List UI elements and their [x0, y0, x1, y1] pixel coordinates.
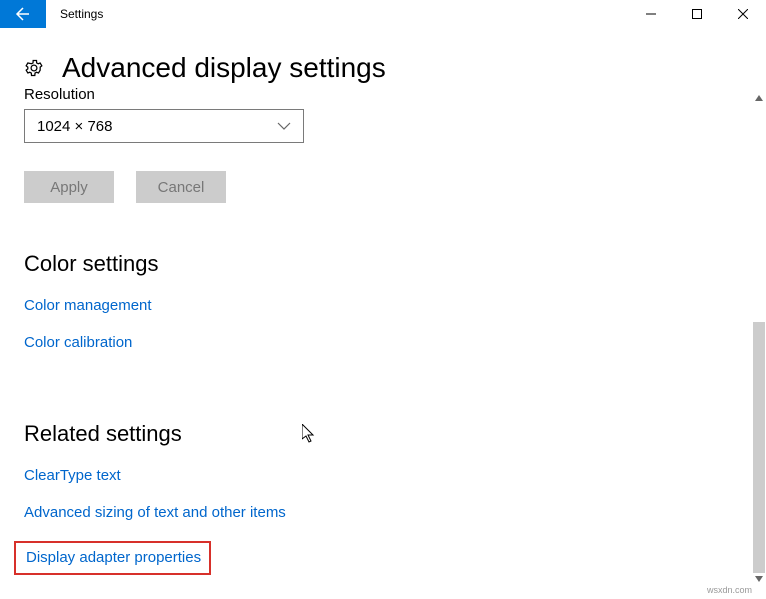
close-icon	[738, 9, 748, 19]
button-row: Apply Cancel	[24, 171, 742, 203]
scroll-up-icon	[755, 95, 763, 101]
resolution-dropdown[interactable]: 1024 × 768	[24, 109, 304, 143]
content-area: Resolution 1024 × 768 Apply Cancel Color…	[0, 90, 766, 599]
scroll-thumb[interactable]	[753, 322, 765, 573]
display-adapter-link[interactable]: Display adapter properties	[26, 549, 201, 566]
highlight-box: Display adapter properties	[14, 541, 211, 575]
page-header: Advanced display settings	[24, 52, 766, 84]
scrollbar[interactable]	[752, 92, 766, 585]
gear-icon	[24, 58, 44, 78]
close-button[interactable]	[720, 0, 766, 28]
title-bar: Settings	[0, 0, 766, 28]
maximize-button[interactable]	[674, 0, 720, 28]
related-section-title: Related settings	[24, 421, 742, 447]
apply-button[interactable]: Apply	[24, 171, 114, 203]
advanced-sizing-link[interactable]: Advanced sizing of text and other items	[24, 504, 286, 521]
window-title: Settings	[60, 7, 103, 21]
maximize-icon	[692, 9, 702, 19]
resolution-value: 1024 × 768	[37, 118, 113, 135]
page-title: Advanced display settings	[62, 52, 386, 84]
minimize-icon	[646, 9, 656, 19]
scroll-down-icon	[755, 576, 763, 582]
cancel-button[interactable]: Cancel	[136, 171, 226, 203]
watermark: wsxdn.com	[707, 585, 752, 595]
color-management-link[interactable]: Color management	[24, 297, 152, 314]
chevron-down-icon	[277, 117, 291, 135]
scroll-down-button[interactable]	[752, 573, 766, 585]
scroll-up-button[interactable]	[752, 92, 766, 104]
color-calibration-link[interactable]: Color calibration	[24, 334, 132, 351]
back-button[interactable]	[0, 0, 46, 28]
resolution-label: Resolution	[24, 86, 742, 103]
cleartype-link[interactable]: ClearType text	[24, 467, 121, 484]
window-controls	[628, 0, 766, 28]
scroll-track[interactable]	[752, 104, 766, 573]
back-arrow-icon	[15, 6, 31, 22]
minimize-button[interactable]	[628, 0, 674, 28]
color-section-title: Color settings	[24, 251, 742, 277]
